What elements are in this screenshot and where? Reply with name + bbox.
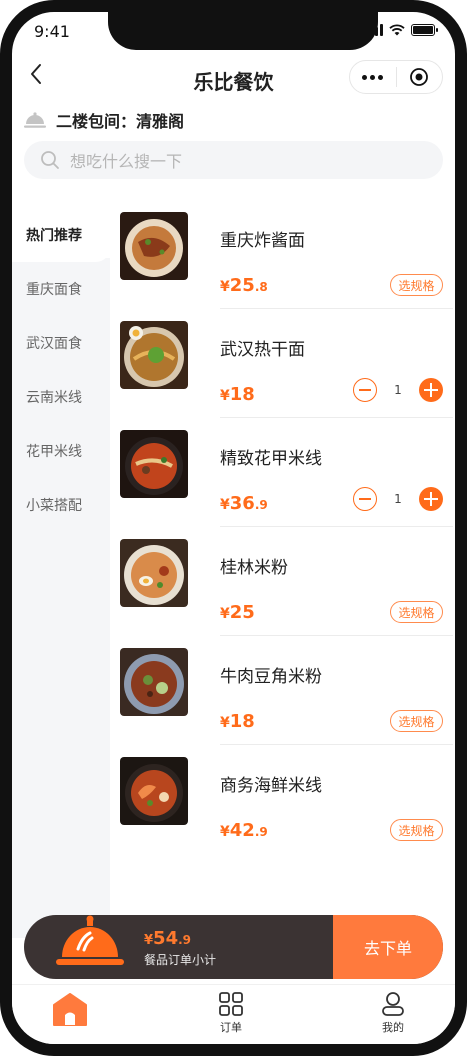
- category-item-hot[interactable]: 热门推荐: [12, 208, 110, 262]
- select-spec-button[interactable]: 选规格: [390, 274, 443, 296]
- more-button[interactable]: [350, 61, 396, 93]
- search-icon: [41, 151, 59, 169]
- quantity-stepper: 1: [353, 486, 443, 512]
- category-item-yunnan[interactable]: 云南米线: [12, 370, 110, 424]
- dish-price: ¥25: [220, 602, 255, 623]
- quantity-value: 1: [394, 383, 402, 397]
- dish-item[interactable]: 牛肉豆角米粉 ¥18 选规格: [110, 636, 455, 745]
- cart-total: ¥54.9: [144, 928, 192, 949]
- user-icon: [382, 992, 404, 1016]
- search-input[interactable]: 想吃什么搜一下: [24, 141, 443, 179]
- dish-name: 商务海鲜米线: [220, 776, 322, 796]
- tab-bar: 订单 我的: [12, 984, 455, 1044]
- dish-name: 桂林米粉: [220, 558, 288, 578]
- dish-image: [120, 648, 188, 716]
- notch: [108, 12, 378, 50]
- dish-name: 精致花甲米线: [220, 449, 322, 469]
- dish-name: 武汉热干面: [220, 340, 305, 360]
- decrease-button[interactable]: [353, 487, 377, 511]
- dish-image: [120, 430, 188, 498]
- dish-image: [120, 212, 188, 280]
- close-button[interactable]: [396, 61, 442, 93]
- dish-price: ¥36.9: [220, 493, 268, 514]
- dish-item[interactable]: 商务海鲜米线 ¥42.9 选规格: [110, 745, 455, 854]
- tab-home[interactable]: [30, 991, 110, 1029]
- tab-orders[interactable]: 订单: [191, 991, 271, 1035]
- select-spec-button[interactable]: 选规格: [390, 601, 443, 623]
- dish-price: ¥18: [220, 384, 255, 405]
- quantity-value: 1: [394, 492, 402, 506]
- dish-item[interactable]: 重庆炸酱面 ¥25.8 选规格: [110, 200, 455, 309]
- battery-icon: [411, 24, 438, 36]
- select-spec-button[interactable]: 选规格: [390, 819, 443, 841]
- room-info: 二楼包间：清雅阁: [24, 108, 184, 132]
- dish-item[interactable]: 桂林米粉 ¥25 选规格: [110, 527, 455, 636]
- dish-item[interactable]: 武汉热干面 ¥18 1: [110, 309, 455, 418]
- category-sidebar: 热门推荐 重庆面食 武汉面食 云南米线 花甲米线 小菜搭配: [12, 200, 110, 938]
- dish-price: ¥42.9: [220, 820, 268, 841]
- mini-program-capsule: [349, 60, 443, 94]
- cloche-icon: [24, 112, 46, 128]
- nav-bar: 乐比餐饮: [12, 52, 455, 102]
- dish-price: ¥18: [220, 711, 255, 732]
- tab-profile-label: 我的: [382, 1021, 404, 1034]
- room-label: 二楼包间：清雅阁: [56, 112, 185, 131]
- phone-frame: 9:41 乐比餐饮 二楼包间：清雅阁 想吃什么搜一下 热门推荐 重庆面食 武汉面…: [0, 0, 467, 1056]
- status-time: 9:41: [34, 22, 70, 41]
- cloche-icon: [56, 915, 124, 965]
- category-item-huajia[interactable]: 花甲米线: [12, 424, 110, 478]
- category-item-sides[interactable]: 小菜搭配: [12, 478, 110, 532]
- dish-image: [120, 539, 188, 607]
- decrease-button[interactable]: [353, 378, 377, 402]
- cart-summary[interactable]: ¥54.9 餐品订单小计: [24, 915, 333, 979]
- dish-name: 牛肉豆角米粉: [220, 667, 322, 687]
- dish-image: [120, 757, 188, 825]
- category-item-chongqing[interactable]: 重庆面食: [12, 262, 110, 316]
- tab-profile[interactable]: 我的: [353, 991, 433, 1035]
- tab-orders-label: 订单: [220, 1021, 242, 1034]
- increase-button[interactable]: [418, 378, 443, 402]
- dish-price: ¥25.8: [220, 275, 268, 296]
- category-item-wuhan[interactable]: 武汉面食: [12, 316, 110, 370]
- wifi-icon: [389, 24, 405, 36]
- more-dots-icon: [362, 74, 368, 80]
- quantity-stepper: 1: [353, 377, 443, 403]
- target-circle-icon: [410, 68, 429, 86]
- dish-name: 重庆炸酱面: [220, 231, 305, 251]
- place-order-button[interactable]: 去下单: [333, 915, 443, 979]
- grid-icon: [219, 992, 243, 1016]
- search-placeholder: 想吃什么搜一下: [70, 152, 183, 171]
- dish-image: [120, 321, 188, 389]
- cart-subtitle: 餐品订单小计: [144, 953, 217, 967]
- cart-bar: ¥54.9 餐品订单小计 去下单: [24, 915, 443, 979]
- increase-button[interactable]: [418, 487, 443, 511]
- select-spec-button[interactable]: 选规格: [390, 710, 443, 732]
- dish-item[interactable]: 精致花甲米线 ¥36.9 1: [110, 418, 455, 527]
- home-icon: [53, 993, 87, 1026]
